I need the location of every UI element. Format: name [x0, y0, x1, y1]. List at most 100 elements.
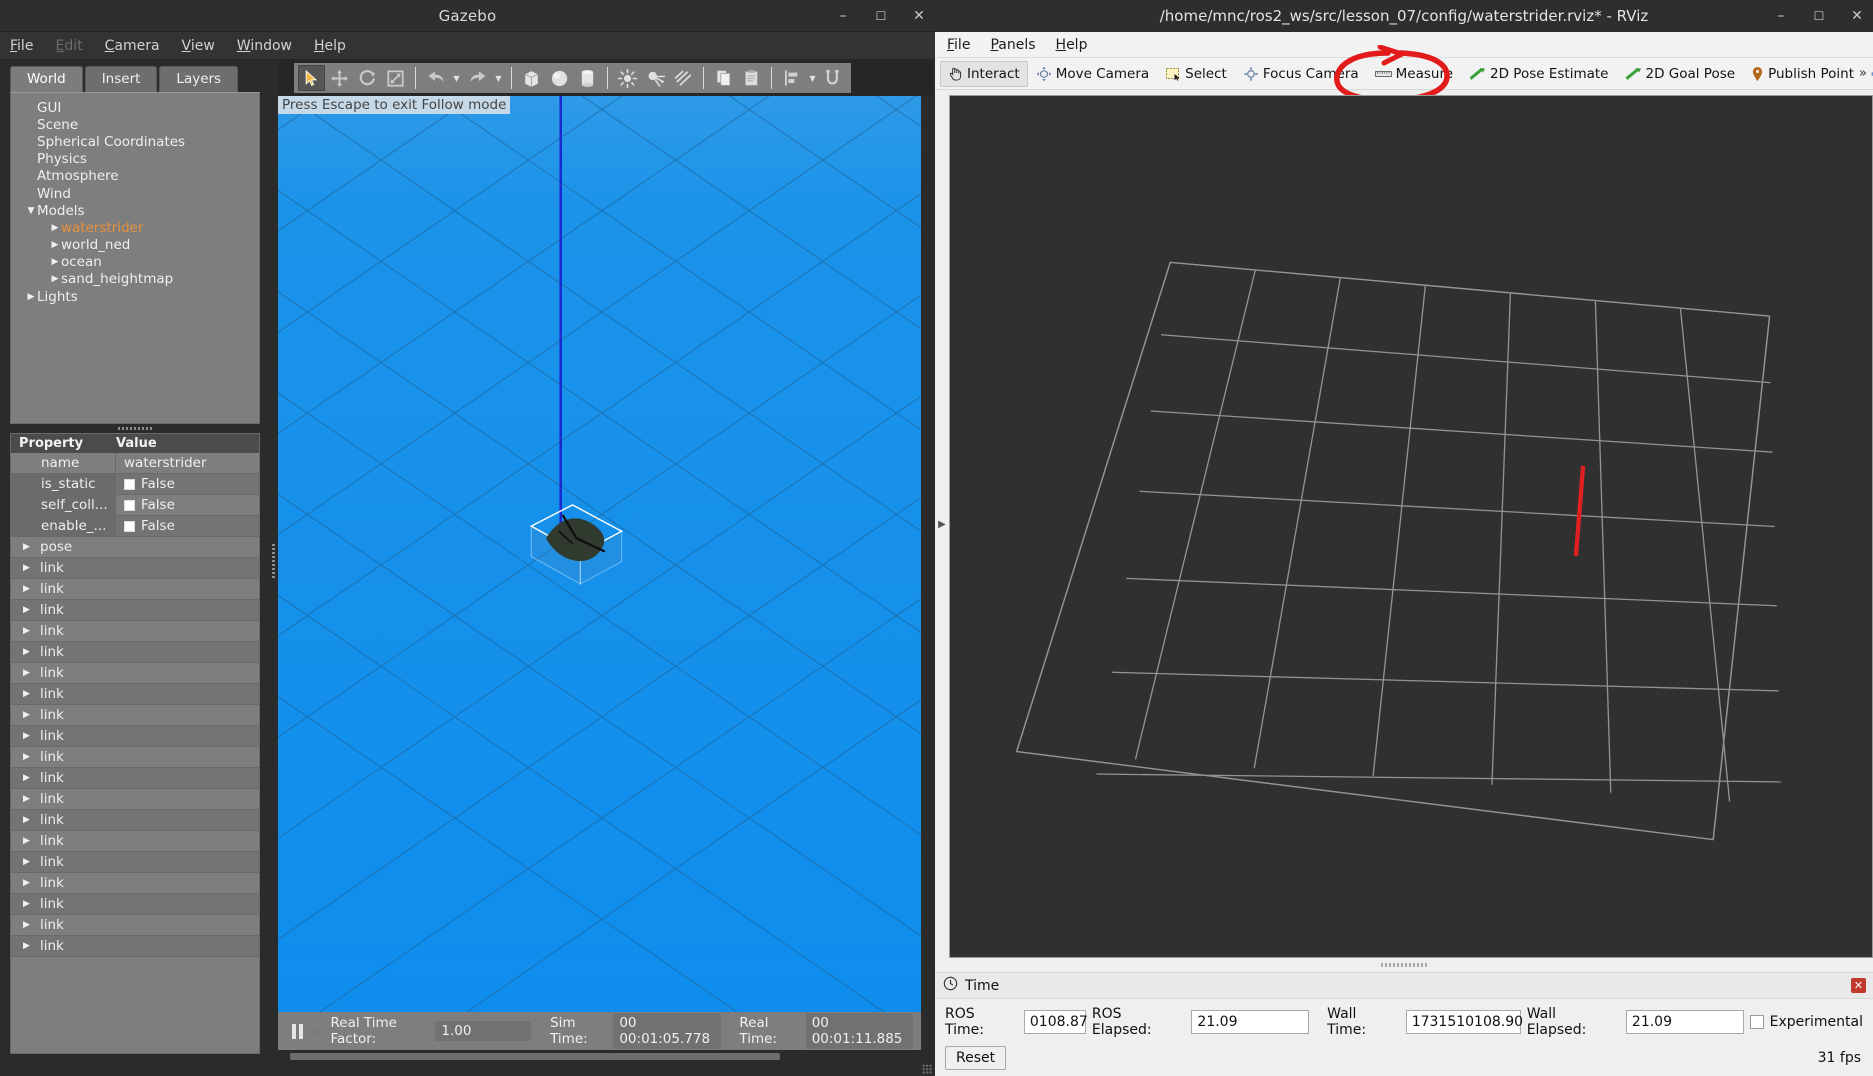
tree-item-world-ned[interactable]: ▶ world_ned: [15, 237, 255, 254]
translate-mode-icon[interactable]: [326, 65, 353, 91]
chevron-right-icon[interactable]: ▶: [23, 626, 35, 636]
chevron-right-icon[interactable]: ▶: [49, 240, 61, 250]
tree-item-wind[interactable]: Wind: [15, 185, 255, 202]
property-row[interactable]: enable_... False: [11, 516, 259, 537]
tree-item-ocean[interactable]: ▶ ocean: [15, 254, 255, 271]
gazebo-maximize-icon[interactable]: ☐: [873, 8, 889, 24]
property-row[interactable]: ▶ link: [11, 579, 259, 600]
tab-world[interactable]: World: [10, 66, 83, 92]
chevron-right-icon[interactable]: ▶: [23, 584, 35, 594]
property-row[interactable]: name waterstrider: [11, 453, 259, 474]
experimental-toggle[interactable]: Experimental: [1749, 1014, 1863, 1030]
property-row[interactable]: ▶ link: [11, 684, 259, 705]
tree-item-atmosphere[interactable]: Atmosphere: [15, 168, 255, 185]
tab-insert[interactable]: Insert: [84, 66, 158, 92]
property-row[interactable]: ▶ link: [11, 558, 259, 579]
close-icon[interactable]: ✕: [1851, 978, 1866, 993]
align-dropdown-icon[interactable]: ▼: [806, 65, 819, 91]
property-row[interactable]: ▶ link: [11, 873, 259, 894]
ros-elapsed-field[interactable]: 21.09: [1191, 1010, 1310, 1034]
box-icon[interactable]: [518, 65, 545, 91]
chevron-right-icon[interactable]: ▶: [23, 773, 35, 783]
reset-button[interactable]: Reset: [945, 1046, 1007, 1070]
tree-item-sand-heightmap[interactable]: ▶ sand_heightmap: [15, 271, 255, 288]
gazebo-close-icon[interactable]: ✕: [911, 8, 927, 24]
property-table[interactable]: Property Value name waterstrider is_static…: [10, 433, 260, 1054]
rviz-bottom-grip[interactable]: [935, 958, 1873, 972]
property-value[interactable]: waterstrider: [116, 455, 259, 471]
chevron-right-icon[interactable]: ▶: [23, 920, 35, 930]
chevron-right-icon[interactable]: ▶: [49, 223, 61, 233]
undo-dropdown-icon[interactable]: ▼: [450, 65, 463, 91]
cylinder-icon[interactable]: [574, 65, 601, 91]
scale-mode-icon[interactable]: [382, 65, 409, 91]
gazebo-menu-window[interactable]: Window: [237, 38, 292, 54]
wall-elapsed-field[interactable]: 21.09: [1625, 1010, 1744, 1034]
chevron-right-icon[interactable]: ▶: [23, 878, 35, 888]
tree-item-models[interactable]: ▼ Models: [15, 202, 255, 219]
property-row[interactable]: self_coll... False: [11, 495, 259, 516]
chevron-right-icon[interactable]: ▶: [23, 857, 35, 867]
chevron-right-icon[interactable]: ▶: [49, 257, 61, 267]
rviz-menu-file[interactable]: File: [947, 37, 970, 53]
tool-move-camera[interactable]: Move Camera: [1028, 61, 1157, 87]
redo-icon[interactable]: [464, 65, 491, 91]
checkbox[interactable]: [124, 478, 135, 490]
tree-item-physics[interactable]: Physics: [15, 151, 255, 168]
rviz-3d-viewport[interactable]: [949, 95, 1873, 958]
property-row[interactable]: ▶ link: [11, 810, 259, 831]
resize-grip-icon[interactable]: [922, 1064, 932, 1074]
property-value[interactable]: False: [116, 518, 259, 534]
chevron-down-icon[interactable]: ▼: [25, 206, 37, 216]
property-row[interactable]: ▶ link: [11, 915, 259, 936]
pause-button[interactable]: [286, 1018, 308, 1044]
rviz-minimize-icon[interactable]: –: [1773, 8, 1789, 24]
tree-item-lights[interactable]: ▶ Lights: [15, 288, 255, 305]
chevron-right-icon[interactable]: ▶: [23, 647, 35, 657]
checkbox[interactable]: [124, 520, 135, 532]
tool-focus-camera[interactable]: Focus Camera: [1235, 61, 1367, 87]
property-value[interactable]: False: [116, 476, 259, 492]
property-row[interactable]: ▶ link: [11, 768, 259, 789]
property-row[interactable]: ▶ link: [11, 747, 259, 768]
gazebo-menu-help[interactable]: Help: [314, 38, 346, 54]
gazebo-3d-viewport[interactable]: Press Escape to exit Follow mode: [278, 96, 921, 1012]
tool-publish-point[interactable]: Publish Point: [1743, 61, 1862, 87]
tool-measure[interactable]: Measure: [1367, 61, 1461, 87]
tool-2d-goal-pose[interactable]: 2D Goal Pose: [1617, 61, 1744, 87]
property-row[interactable]: ▶ link: [11, 831, 259, 852]
tree-item-scene[interactable]: Scene: [15, 116, 255, 133]
gazebo-minimize-icon[interactable]: –: [835, 8, 851, 24]
rviz-menu-panels[interactable]: Panels: [990, 37, 1035, 53]
copy-icon[interactable]: [710, 65, 737, 91]
paste-icon[interactable]: [738, 65, 765, 91]
rotate-mode-icon[interactable]: [354, 65, 381, 91]
toolbar-overflow-icon[interactable]: »: [1859, 66, 1867, 81]
chevron-right-icon[interactable]: ▶: [25, 292, 37, 302]
chevron-right-icon[interactable]: ▶: [23, 836, 35, 846]
property-row[interactable]: ▶ link: [11, 600, 259, 621]
point-light-icon[interactable]: [614, 65, 641, 91]
align-icon[interactable]: [778, 65, 805, 91]
chevron-right-icon[interactable]: ▶: [23, 542, 35, 552]
property-row[interactable]: ▶ link: [11, 936, 259, 957]
tree-item-spherical-coordinates[interactable]: Spherical Coordinates: [15, 133, 255, 150]
directional-light-icon[interactable]: [670, 65, 697, 91]
property-row[interactable]: ▶ link: [11, 663, 259, 684]
property-row[interactable]: is_static False: [11, 474, 259, 495]
sphere-icon[interactable]: [546, 65, 573, 91]
chevron-right-icon[interactable]: ▶: [23, 815, 35, 825]
property-row[interactable]: ▶ link: [11, 642, 259, 663]
property-row[interactable]: ▶ link: [11, 894, 259, 915]
ros-time-field[interactable]: 0108.87: [1023, 1010, 1088, 1034]
chevron-right-icon[interactable]: ▶: [23, 710, 35, 720]
property-row[interactable]: ▶ link: [11, 852, 259, 873]
rviz-maximize-icon[interactable]: ☐: [1811, 8, 1827, 24]
gazebo-menu-view[interactable]: View: [182, 38, 215, 54]
wall-time-field[interactable]: 1731510108.90: [1405, 1010, 1523, 1034]
property-row[interactable]: ▶ pose: [11, 537, 259, 558]
chevron-right-icon[interactable]: ▶: [23, 605, 35, 615]
property-row[interactable]: ▶ link: [11, 705, 259, 726]
tool-2d-pose-estimate[interactable]: 2D Pose Estimate: [1461, 61, 1616, 87]
chevron-right-icon[interactable]: ▶: [23, 899, 35, 909]
